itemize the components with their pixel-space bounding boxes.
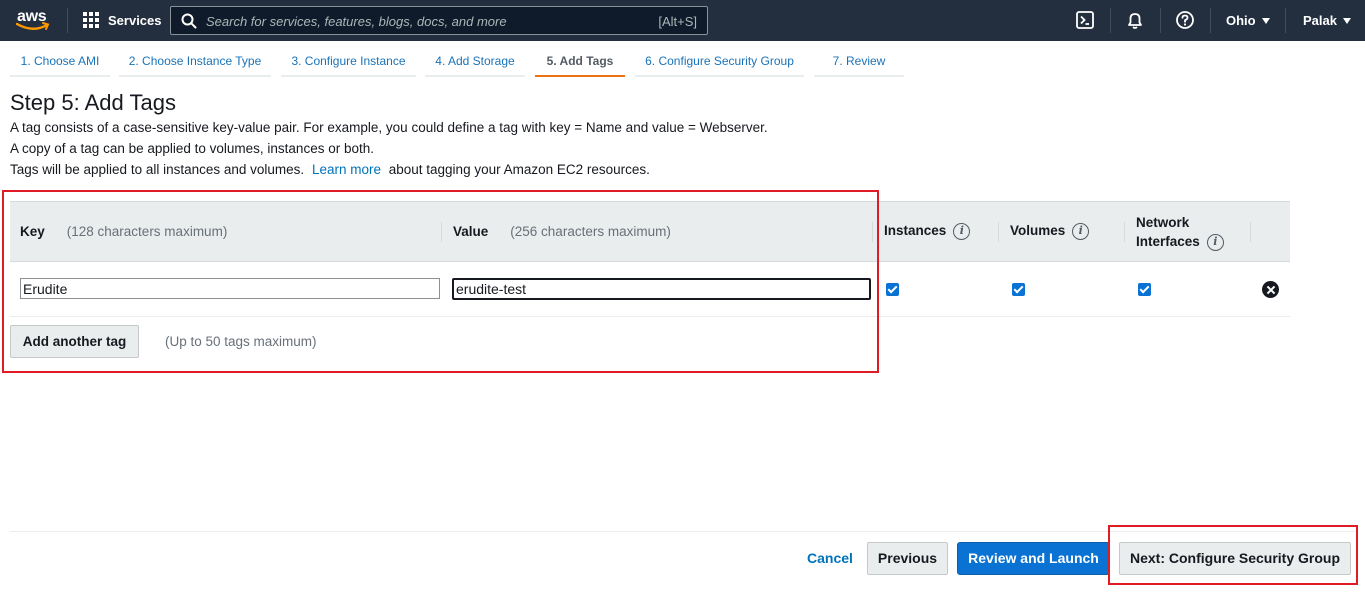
column-divider <box>1250 222 1251 242</box>
learn-more-link[interactable]: Learn more <box>312 162 381 177</box>
caret-down-icon <box>1342 17 1351 24</box>
network-header-line-2: Interfaces <box>1136 234 1200 249</box>
volumes-column-header: Volumes i <box>1010 223 1090 240</box>
wizard-step-review[interactable]: 7. Review <box>814 45 904 77</box>
remove-tag-icon[interactable] <box>1262 281 1279 298</box>
description-text: about tagging your Amazon EC2 resources. <box>388 162 650 177</box>
wizard-step-add-tags[interactable]: 5. Add Tags <box>535 45 625 77</box>
nav-divider <box>1160 8 1161 33</box>
description-line-1: A tag consists of a case-sensitive key-v… <box>10 120 768 135</box>
nav-divider <box>67 8 68 33</box>
grid-icon <box>83 11 100 29</box>
search-input[interactable]: Search for services, features, blogs, do… <box>170 6 708 35</box>
network-interfaces-column-header: Network Interfaces i <box>1136 213 1224 251</box>
description-text: Tags will be applied to all instances an… <box>10 162 305 177</box>
cloudshell-icon[interactable] <box>1075 10 1095 30</box>
network-header-line-1: Network <box>1136 215 1190 230</box>
description-line-2: A copy of a tag can be applied to volume… <box>10 141 374 156</box>
wizard-step-configure-security-group[interactable]: 6. Configure Security Group <box>635 45 804 77</box>
search-placeholder: Search for services, features, blogs, do… <box>206 14 507 29</box>
info-icon[interactable]: i <box>953 223 971 240</box>
help-icon[interactable] <box>1175 10 1195 30</box>
bell-icon[interactable] <box>1125 10 1145 30</box>
description-line-3: Tags will be applied to all instances an… <box>10 162 650 177</box>
wizard-step-add-storage[interactable]: 4. Add Storage <box>425 45 525 77</box>
column-divider <box>1124 222 1125 242</box>
info-icon[interactable]: i <box>1206 233 1224 251</box>
wizard-step-choose-instance-type[interactable]: 2. Choose Instance Type <box>119 45 271 77</box>
instances-header-label: Instances <box>884 223 947 239</box>
page-title: Step 5: Add Tags <box>10 90 176 115</box>
aws-smile-icon <box>16 22 50 30</box>
volumes-header-label: Volumes <box>1010 223 1066 239</box>
caret-down-icon <box>1261 17 1270 24</box>
account-label: Palak <box>1303 13 1337 28</box>
account-menu[interactable]: Palak <box>1303 13 1351 28</box>
instances-column-header: Instances i <box>884 223 971 240</box>
region-menu[interactable]: Ohio <box>1226 13 1270 28</box>
highlight-box-tags <box>2 190 879 373</box>
services-menu-button[interactable]: Services <box>83 11 162 29</box>
search-shortcut: [Alt+S] <box>658 14 697 29</box>
review-and-launch-button[interactable]: Review and Launch <box>957 542 1110 575</box>
nav-divider <box>1110 8 1111 33</box>
wizard-step-configure-instance[interactable]: 3. Configure Instance <box>281 45 416 77</box>
wizard-step-choose-ami[interactable]: 1. Choose AMI <box>10 45 110 77</box>
info-icon[interactable]: i <box>1072 223 1090 240</box>
services-label: Services <box>108 12 162 28</box>
highlight-box-next <box>1108 525 1358 585</box>
aws-logo[interactable]: aws <box>16 8 52 32</box>
instances-checkbox[interactable] <box>886 283 899 296</box>
nav-divider <box>1285 8 1286 33</box>
region-label: Ohio <box>1226 13 1256 28</box>
network-interfaces-checkbox[interactable] <box>1138 283 1151 296</box>
search-icon <box>181 13 197 29</box>
previous-button[interactable]: Previous <box>867 542 948 575</box>
nav-divider <box>1210 8 1211 33</box>
top-navigation-bar: aws Services Search for services, featur… <box>0 0 1365 41</box>
column-divider <box>998 222 999 242</box>
cancel-link[interactable]: Cancel <box>807 550 853 566</box>
volumes-checkbox[interactable] <box>1012 283 1025 296</box>
